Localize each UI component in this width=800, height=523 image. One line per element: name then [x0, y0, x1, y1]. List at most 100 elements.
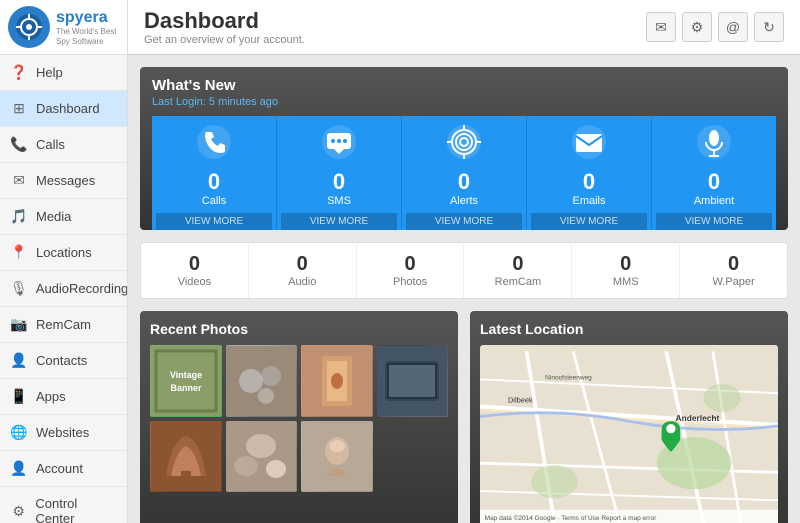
- photo-thumb-3[interactable]: [301, 345, 373, 417]
- calls-stat-icon: [196, 124, 232, 167]
- photo-thumb-2[interactable]: [226, 345, 298, 417]
- at-button[interactable]: @: [718, 12, 748, 42]
- control-center-icon: ⚙: [10, 503, 27, 520]
- svg-text:Map data ©2014 Google · Terms: Map data ©2014 Google · Terms of Use Rep…: [485, 514, 657, 522]
- sidebar-label-account: Account: [36, 461, 83, 476]
- remcam-label: RemCam: [495, 276, 541, 288]
- stat-calls: 0 Calls VIEW MORE: [152, 116, 277, 230]
- calls-label: Calls: [202, 195, 226, 207]
- sidebar-item-control-center[interactable]: ⚙ Control Center: [0, 487, 127, 523]
- media-icon: 🎵: [10, 208, 28, 225]
- sec-stat-videos: 0 Videos: [141, 243, 249, 298]
- topbar-actions: ✉ ⚙ @ ↻: [646, 12, 784, 42]
- videos-label: Videos: [178, 276, 211, 288]
- sidebar-item-account[interactable]: 👤 Account: [0, 451, 127, 487]
- recent-photos-section: Recent Photos Vintage Banner: [140, 311, 458, 523]
- ambient-stat-icon: [696, 124, 732, 167]
- settings-button[interactable]: ⚙: [682, 12, 712, 42]
- content-area: What's New Last Login: 5 minutes ago 0 C…: [128, 55, 800, 523]
- photo-thumb-1[interactable]: Vintage Banner: [150, 345, 222, 417]
- sidebar-item-dashboard[interactable]: ⊞ Dashboard: [0, 91, 127, 127]
- locations-icon: 📍: [10, 244, 28, 261]
- photo-thumb-7[interactable]: [301, 421, 373, 493]
- calls-view-more[interactable]: VIEW MORE: [156, 213, 272, 230]
- stats-row: 0 Calls VIEW MORE: [152, 116, 776, 230]
- sidebar-item-websites[interactable]: 🌐 Websites: [0, 415, 127, 451]
- svg-text:Anderlecht: Anderlecht: [676, 413, 720, 423]
- sidebar-label-messages: Messages: [36, 173, 95, 188]
- bottom-row: Recent Photos Vintage Banner: [140, 311, 788, 523]
- sec-stat-wpaper: 0 W.Paper: [680, 243, 787, 298]
- sidebar-item-locations[interactable]: 📍 Locations: [0, 235, 127, 271]
- mms-label: MMS: [613, 276, 639, 288]
- dashboard-icon: ⊞: [10, 100, 28, 117]
- whats-new-section: What's New Last Login: 5 minutes ago 0 C…: [140, 67, 788, 230]
- photo-thumb-4[interactable]: [377, 345, 449, 417]
- sidebar-item-calls[interactable]: 📞 Calls: [0, 127, 127, 163]
- sidebar-item-media[interactable]: 🎵 Media: [0, 199, 127, 235]
- audio-label: Audio: [288, 276, 316, 288]
- photos-label: Photos: [393, 276, 427, 288]
- sidebar-item-help[interactable]: ❓ Help: [0, 55, 127, 91]
- sidebar-item-apps[interactable]: 📱 Apps: [0, 379, 127, 415]
- alerts-label: Alerts: [450, 195, 478, 207]
- page-title: Dashboard: [144, 8, 305, 34]
- sidebar: spyera The World's Best Spy Software ❓ H…: [0, 0, 128, 523]
- whats-new-title: What's New: [152, 77, 776, 94]
- sms-count: 0: [333, 169, 345, 195]
- latest-location-section: Latest Location: [470, 311, 788, 523]
- secondary-stats-row: 0 Videos 0 Audio 0 Photos 0 RemCam 0 MMS…: [140, 242, 788, 299]
- brand-name: spyera: [56, 8, 119, 27]
- stat-emails: 0 Emails VIEW MORE: [527, 116, 652, 230]
- sec-stat-remcam: 0 RemCam: [464, 243, 572, 298]
- page-subtitle: Get an overview of your account.: [144, 34, 305, 46]
- sec-stat-mms: 0 MMS: [572, 243, 680, 298]
- recent-photos-title: Recent Photos: [150, 321, 448, 337]
- logo-icon: [8, 6, 50, 48]
- sidebar-item-audiorecordings[interactable]: 🎙 AudioRecordings: [0, 271, 127, 307]
- sms-view-more[interactable]: VIEW MORE: [281, 213, 397, 230]
- sms-stat-icon: [321, 124, 357, 167]
- stat-ambient: 0 Ambient VIEW MORE: [652, 116, 776, 230]
- alerts-view-more[interactable]: VIEW MORE: [406, 213, 522, 230]
- videos-count: 0: [189, 253, 200, 276]
- emails-view-more[interactable]: VIEW MORE: [531, 213, 647, 230]
- sidebar-item-messages[interactable]: ✉ Messages: [0, 163, 127, 199]
- email-button[interactable]: ✉: [646, 12, 676, 42]
- emails-count: 0: [583, 169, 595, 195]
- sidebar-label-apps: Apps: [36, 389, 66, 404]
- calls-icon: 📞: [10, 136, 28, 153]
- logo-text: spyera The World's Best Spy Software: [56, 8, 119, 46]
- topbar: Dashboard Get an overview of your accoun…: [128, 0, 800, 55]
- ambient-count: 0: [708, 169, 720, 195]
- remcam-icon: 📷: [10, 316, 28, 333]
- ambient-view-more[interactable]: VIEW MORE: [656, 213, 772, 230]
- stat-alerts: 0 Alerts VIEW MORE: [402, 116, 527, 230]
- mms-count: 0: [620, 253, 631, 276]
- audiorecordings-icon: 🎙: [10, 280, 28, 297]
- sidebar-item-contacts[interactable]: 👤 Contacts: [0, 343, 127, 379]
- sms-label: SMS: [327, 195, 351, 207]
- main-area: Dashboard Get an overview of your accoun…: [128, 0, 800, 523]
- remcam-count: 0: [512, 253, 523, 276]
- calls-count: 0: [208, 169, 220, 195]
- alerts-stat-icon: [446, 124, 482, 167]
- photo-thumb-6[interactable]: [226, 421, 298, 493]
- sidebar-item-remcam[interactable]: 📷 RemCam: [0, 307, 127, 343]
- sidebar-label-locations: Locations: [36, 245, 92, 260]
- refresh-button[interactable]: ↻: [754, 12, 784, 42]
- map-container: Dilbeek Anderlecht Ninoofsteenweg Map da…: [480, 345, 778, 523]
- sidebar-label-audiorecordings: AudioRecordings: [36, 281, 128, 296]
- websites-icon: 🌐: [10, 424, 28, 441]
- svg-text:Banner: Banner: [170, 383, 202, 393]
- photos-count: 0: [405, 253, 416, 276]
- sidebar-label-dashboard: Dashboard: [36, 101, 100, 116]
- sidebar-label-contacts: Contacts: [36, 353, 87, 368]
- sidebar-label-websites: Websites: [36, 425, 89, 440]
- wpaper-count: 0: [728, 253, 739, 276]
- emails-stat-icon: [571, 124, 607, 167]
- sec-stat-photos: 0 Photos: [357, 243, 465, 298]
- photo-thumb-5[interactable]: [150, 421, 222, 493]
- svg-text:Dilbeek: Dilbeek: [508, 396, 533, 405]
- last-login-text: Last Login: 5 minutes ago: [152, 96, 776, 108]
